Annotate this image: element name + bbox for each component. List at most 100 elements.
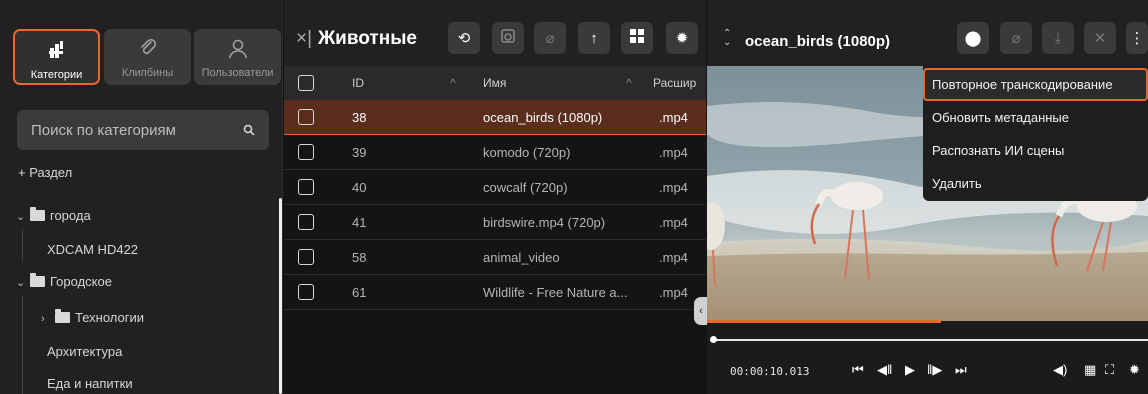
cell-id: 58	[352, 250, 367, 265]
tree-item-xdcam[interactable]: XDCAM HD422	[47, 242, 138, 257]
fullscreen-button[interactable]: ⛶	[1105, 362, 1114, 378]
close-panel-button[interactable]: ×|	[296, 28, 312, 50]
tree-guide	[22, 229, 23, 261]
map-pin-icon: ⬤	[964, 30, 982, 47]
volume-button[interactable]: ◀)	[1053, 362, 1067, 378]
tree-item-label: Архитектура	[47, 344, 123, 359]
select-all-checkbox[interactable]	[298, 75, 314, 91]
row-checkbox[interactable]	[298, 249, 314, 265]
close-button[interactable]: ✕	[1084, 22, 1116, 54]
tab-categories-label: Категории	[30, 69, 83, 81]
table-row[interactable]: 38 ocean_birds (1080p) .mp4	[284, 100, 706, 135]
tree-item-eda[interactable]: Еда и напитки	[47, 376, 133, 391]
user-icon	[194, 37, 281, 61]
cell-name: birdswire.mp4 (720p)	[483, 215, 606, 230]
paperclip-icon: ⌀	[545, 30, 555, 47]
menu-item-retranscode[interactable]: Повторное транскодирование	[923, 68, 1148, 101]
step-forward-icon: ‖▶	[927, 362, 943, 377]
tree-item-label: Технологии	[75, 310, 145, 325]
tab-categories[interactable]: Категории	[13, 29, 100, 85]
timecode: 00:00:10.013	[730, 365, 810, 378]
camera-icon	[501, 29, 515, 47]
table-row[interactable]: 61 Wildlife - Free Nature a... .mp4	[284, 275, 706, 310]
updown-arrows-icon[interactable]: ⌃ ⌄	[723, 29, 731, 48]
row-checkbox[interactable]	[298, 214, 314, 230]
search-placeholder: Поиск по категориям	[31, 122, 176, 139]
category-search-input[interactable]: Поиск по категориям	[17, 110, 269, 150]
gear-icon: ✹	[675, 30, 689, 47]
menu-item-ai-scenes[interactable]: Распознать ИИ сцены	[923, 134, 1148, 167]
sort-icon[interactable]: ^	[626, 76, 632, 90]
refresh-button[interactable]: ⟲	[448, 22, 480, 54]
attach-button[interactable]: ⌀	[534, 22, 566, 54]
more-menu-button[interactable]: ⋮	[1126, 22, 1148, 54]
arrow-up-icon: ↑	[590, 29, 598, 47]
camera-button[interactable]	[492, 22, 524, 54]
row-checkbox[interactable]	[298, 109, 314, 125]
sidebar-scrollbar[interactable]	[279, 198, 282, 394]
step-back-button[interactable]: ◀‖	[877, 362, 892, 378]
tree-item-tehnologii[interactable]: › Технологии	[41, 309, 145, 325]
menu-item-refresh-metadata[interactable]: Обновить метаданные	[923, 101, 1148, 134]
cell-ext: .mp4	[659, 215, 688, 230]
tree-item-gorodskoe[interactable]: ⌄ Городское	[16, 273, 112, 289]
chevron-down-icon: ⌄	[16, 211, 26, 223]
cell-name: komodo (720p)	[483, 145, 571, 160]
table-row[interactable]: 58 animal_video .mp4	[284, 240, 706, 275]
search-icon[interactable]	[243, 123, 255, 141]
view-toggle-button[interactable]	[621, 22, 653, 54]
player-settings-button[interactable]: ✹	[1129, 362, 1140, 378]
cell-ext: .mp4	[659, 285, 688, 300]
player-header: ⌃ ⌄ ocean_birds (1080p) ⬤ ⌀ ⤓ ✕ ⋮	[707, 0, 1148, 66]
filmstrip-button[interactable]: ▦	[1084, 362, 1096, 378]
seek-handle[interactable]	[710, 336, 717, 343]
download-button[interactable]: ⤓	[1042, 22, 1074, 54]
tab-clipbins[interactable]: Клипбины	[104, 29, 191, 85]
player-controls: 00:00:10.013 ⏮ ◀‖ ▶ ‖▶ ⏭ ◀) ▦ ⛶ ✹	[707, 323, 1148, 394]
row-checkbox[interactable]	[298, 144, 314, 160]
cell-id: 38	[352, 110, 367, 125]
seek-bar[interactable]	[713, 339, 1148, 341]
tree-guide	[22, 296, 23, 394]
attach-button[interactable]: ⌀	[1000, 22, 1032, 54]
row-checkbox[interactable]	[298, 179, 314, 195]
table-row[interactable]: 39 komodo (720p) .mp4	[284, 135, 706, 170]
paperclip-icon: ⌀	[1011, 30, 1021, 47]
play-icon: ▶	[905, 362, 915, 377]
play-button[interactable]: ▶	[905, 362, 915, 378]
tree-item-label: XDCAM HD422	[47, 242, 139, 257]
row-checkbox[interactable]	[298, 284, 314, 300]
sort-icon[interactable]: ^	[450, 76, 456, 90]
skip-end-button[interactable]: ⏭	[955, 362, 967, 378]
cell-id: 41	[352, 215, 367, 230]
tab-users[interactable]: Пользователи	[194, 29, 281, 85]
column-id[interactable]: ID	[352, 76, 364, 90]
playback-progress-bar[interactable]	[707, 320, 941, 323]
context-menu: Повторное транскодирование Обновить мета…	[923, 66, 1148, 201]
add-section-button[interactable]: + Раздел	[18, 165, 72, 180]
cell-name: animal_video	[483, 250, 560, 265]
tree-item-label: города	[50, 208, 91, 223]
table-header: ID ^ Имя ^ Расшир	[284, 66, 706, 100]
step-forward-button[interactable]: ‖▶	[927, 362, 942, 378]
tree-item-goroda[interactable]: ⌄ города	[16, 207, 91, 223]
folder-icon	[30, 207, 45, 221]
chevron-right-icon: ›	[41, 313, 45, 325]
more-vertical-icon: ⋮	[1129, 30, 1145, 47]
fullscreen-icon: ⛶	[1105, 362, 1115, 377]
skip-start-button[interactable]: ⏮	[852, 362, 864, 378]
collapse-panel-button[interactable]: ‹	[694, 297, 708, 325]
cell-name: Wildlife - Free Nature a...	[483, 285, 628, 300]
column-ext[interactable]: Расшир	[653, 76, 696, 90]
upload-button[interactable]: ↑	[578, 22, 610, 54]
location-button[interactable]: ⬤	[957, 22, 989, 54]
filmstrip-icon: ▦	[1084, 362, 1097, 377]
cell-ext: .mp4	[659, 250, 688, 265]
tree-item-arhitektura[interactable]: Архитектура	[47, 344, 122, 359]
menu-item-delete[interactable]: Удалить	[923, 167, 1148, 200]
column-name[interactable]: Имя	[483, 76, 506, 90]
close-icon: ✕	[1093, 30, 1107, 47]
table-row[interactable]: 41 birdswire.mp4 (720p) .mp4	[284, 205, 706, 240]
settings-button[interactable]: ✹	[666, 22, 698, 54]
table-row[interactable]: 40 cowcalf (720p) .mp4	[284, 170, 706, 205]
